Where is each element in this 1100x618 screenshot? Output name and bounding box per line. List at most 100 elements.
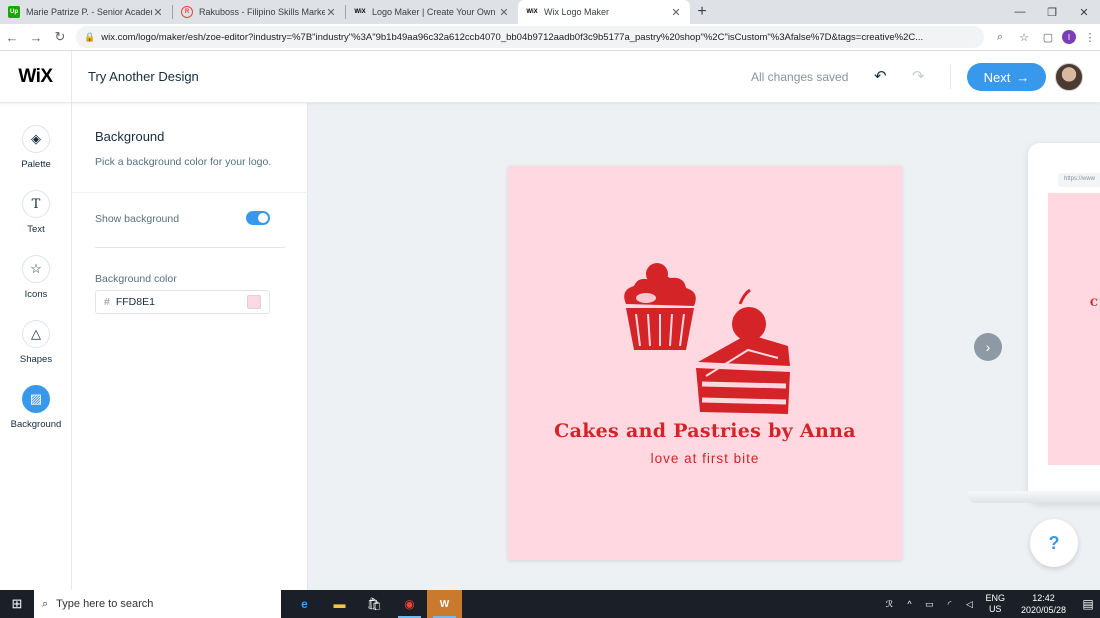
background-color-label: Background color (95, 273, 177, 285)
panel-title: Background (95, 129, 165, 144)
zoom-icon[interactable]: ⌕ (990, 27, 1010, 47)
store-icon[interactable]: 🛍 (357, 590, 392, 618)
system-tray: ℛ ^ ▭ ◜ ◁ ENG US 12:42 2020/05/28 ▤ (879, 590, 1100, 618)
wix-logo[interactable]: WiX (0, 50, 72, 103)
windows-start-icon[interactable]: ⊞ (0, 590, 34, 618)
close-tab-icon[interactable]: ✕ (670, 6, 682, 19)
show-background-toggle[interactable] (246, 211, 270, 225)
try-another-design-link[interactable]: Try Another Design (88, 69, 199, 84)
search-placeholder: Type here to search (56, 598, 154, 610)
edge-icon[interactable]: e (287, 590, 322, 618)
rail-item-icons[interactable]: ☆ Icons (0, 255, 72, 300)
tab-title: Rakuboss - Filipino Skills Marketp (199, 7, 325, 17)
mockup-laptop-base (968, 491, 1100, 503)
rail-item-text[interactable]: T Text (0, 190, 72, 235)
search-icon: ⌕ (42, 597, 49, 610)
divider (72, 192, 308, 193)
word-icon[interactable]: W (427, 590, 462, 618)
address-bar[interactable]: 🔒 wix.com/logo/maker/esh/zoe-editor?indu… (76, 26, 984, 48)
arrow-right-icon: → (1016, 69, 1030, 85)
rail-label: Icons (24, 289, 48, 300)
browser-tab-bar: Up Marie Patrize P. - Senior Academ ✕ R … (0, 0, 1100, 24)
mockup-preview: https://www C (1028, 143, 1100, 503)
logo-business-name[interactable]: Cakes and Pastries by Anna (508, 420, 902, 442)
file-explorer-icon[interactable]: ▬ (322, 590, 357, 618)
mockup-url: https://www (1058, 173, 1100, 187)
cupcake-icon (624, 263, 696, 350)
people-icon[interactable]: ℛ (881, 599, 897, 610)
volume-icon[interactable]: ◁ (961, 599, 977, 610)
next-label: Next (983, 69, 1011, 85)
palette-icon: ◈ (22, 125, 50, 153)
user-avatar[interactable] (1055, 63, 1083, 91)
background-icon: ▨ (22, 385, 50, 413)
wix-favicon-icon: WiX (354, 9, 366, 15)
forward-arrow-icon[interactable]: → (24, 25, 48, 49)
mockup-letter: C (1090, 298, 1098, 309)
new-tab-plus-icon[interactable]: + (690, 0, 714, 24)
color-swatch[interactable] (247, 295, 261, 309)
profile-avatar[interactable]: I (1062, 30, 1076, 44)
battery-icon[interactable]: ▭ (921, 599, 937, 610)
design-canvas: Cakes and Pastries by Anna love at first… (308, 103, 1100, 590)
back-arrow-icon[interactable]: ← (0, 25, 24, 49)
extension-icon[interactable]: ▢ (1038, 27, 1058, 47)
url-text: wix.com/logo/maker/esh/zoe-editor?indust… (101, 31, 924, 43)
rail-item-palette[interactable]: ◈ Palette (0, 125, 72, 170)
close-window-icon[interactable]: ✕ (1068, 0, 1100, 24)
taskbar-search[interactable]: ⌕ Type here to search (34, 590, 281, 618)
redo-icon[interactable]: ↷ (912, 67, 925, 85)
window-controls: — ❐ ✕ (1004, 0, 1100, 24)
background-color-input[interactable]: # FFD8E1 (95, 290, 270, 314)
bookmark-star-icon[interactable]: ☆ (1014, 27, 1034, 47)
show-background-label: Show background (95, 213, 180, 225)
undo-icon[interactable]: ↶ (874, 67, 887, 85)
rail-label: Background (10, 419, 62, 430)
tab-title: Marie Patrize P. - Senior Academ (26, 7, 152, 17)
browser-toolbar: ← → ↻ 🔒 wix.com/logo/maker/esh/zoe-edito… (0, 24, 1100, 51)
browser-tab-wix-logo-maker[interactable]: WiX Wix Logo Maker ✕ (518, 0, 690, 24)
next-button[interactable]: Next → (967, 63, 1046, 91)
clock-time: 12:42 (1032, 593, 1055, 603)
region-code: US (988, 604, 1002, 614)
logo-tagline[interactable]: love at first bite (508, 451, 902, 466)
clock[interactable]: 12:42 2020/05/28 (1021, 592, 1066, 616)
rail-label: Palette (21, 159, 51, 170)
background-panel: Background Pick a background color for y… (72, 103, 308, 590)
browser-tab-rakuboss[interactable]: R Rakuboss - Filipino Skills Marketp ✕ (173, 0, 345, 24)
maximize-icon[interactable]: ❐ (1036, 0, 1068, 24)
close-tab-icon[interactable]: ✕ (498, 6, 510, 19)
logo-preview[interactable]: Cakes and Pastries by Anna love at first… (508, 166, 902, 560)
close-tab-icon[interactable]: ✕ (152, 6, 164, 19)
clock-date: 2020/05/28 (1020, 605, 1066, 615)
rail-item-shapes[interactable]: △ Shapes (0, 320, 72, 365)
close-tab-icon[interactable]: ✕ (325, 6, 337, 19)
chrome-icon[interactable]: ◉ (392, 590, 427, 618)
rail-item-background[interactable]: ▨ Background (0, 385, 72, 430)
wifi-icon[interactable]: ◜ (941, 599, 957, 610)
notifications-icon[interactable]: ▤ (1076, 597, 1100, 611)
save-status: All changes saved (751, 70, 849, 84)
panel-subtitle: Pick a background color for your logo. (95, 156, 272, 168)
minimize-icon[interactable]: — (1004, 0, 1036, 24)
hash-prefix: # (104, 296, 110, 308)
text-icon: T (22, 190, 50, 218)
browser-tab-upwork[interactable]: Up Marie Patrize P. - Senior Academ ✕ (0, 0, 172, 24)
windows-taskbar: ⊞ ⌕ Type here to search e ▬ 🛍 ◉ W ℛ ^ ▭ … (0, 590, 1100, 618)
help-button[interactable]: ? (1030, 519, 1078, 567)
wix-favicon-icon: WiX (526, 9, 538, 15)
header-divider (950, 65, 951, 89)
mockup-pink-area (1048, 193, 1100, 465)
language-indicator[interactable]: ENG US (985, 593, 1005, 615)
reload-icon[interactable]: ↻ (48, 25, 72, 49)
lang-code: ENG (985, 593, 1005, 603)
browser-menu-icon[interactable]: ⋮ (1080, 27, 1100, 47)
upwork-favicon-icon: Up (8, 6, 20, 18)
cake-slice-icon (696, 288, 790, 414)
rail-label: Text (27, 224, 45, 235)
divider (95, 247, 285, 248)
chevron-up-icon[interactable]: ^ (901, 599, 917, 609)
next-mockup-arrow-icon[interactable]: › (974, 333, 1002, 361)
browser-tab-logo-maker[interactable]: WiX Logo Maker | Create Your Own Fr ✕ (346, 0, 518, 24)
color-hex-value: FFD8E1 (115, 296, 155, 308)
